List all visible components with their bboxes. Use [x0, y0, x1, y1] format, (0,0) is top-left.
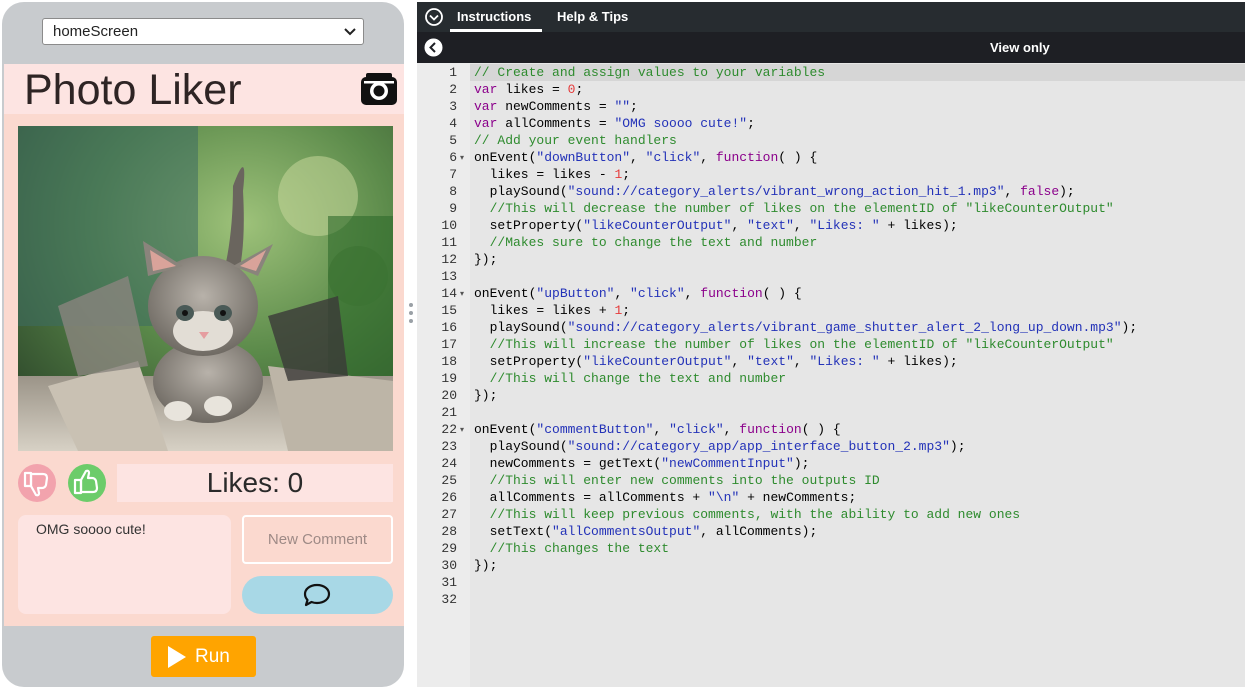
code-line[interactable]: //This will decrease the number of likes… [474, 200, 1114, 217]
code-editor[interactable]: 1 // Create and assign values to your var… [417, 63, 1245, 687]
line-number: 9 [449, 201, 457, 216]
line-number: 17 [441, 337, 457, 352]
line-number: 5 [449, 133, 457, 148]
instructions-bar: Instructions Help & Tips [417, 2, 1245, 32]
line-number: 10 [441, 218, 457, 233]
editor-mode-bar: View only [417, 32, 1245, 63]
code-line[interactable]: //This will keep previous comments, with… [474, 506, 1021, 523]
line-number: 18 [441, 354, 457, 369]
code-line[interactable]: //Makes sure to change the text and numb… [474, 234, 818, 251]
code-line[interactable]: allComments = allComments + "\n" + newCo… [474, 489, 857, 506]
code-line[interactable]: likes = likes - 1; [474, 166, 630, 183]
tab-instructions[interactable]: Instructions [457, 9, 531, 24]
code-line[interactable]: playSound("sound://category_alerts/vibra… [474, 319, 1138, 336]
line-number: 26 [441, 490, 457, 505]
code-line[interactable]: onEvent("upButton", "click", function( )… [474, 285, 802, 302]
app-preview-panel: homeScreen Photo Liker Likes: 0 OMG sooo… [2, 2, 404, 687]
code-line[interactable]: playSound("sound://category_alerts/vibra… [474, 183, 1075, 200]
line-number: 30 [441, 558, 457, 573]
line-number: 11 [441, 235, 457, 250]
code-line[interactable]: // Create and assign values to your vari… [474, 64, 825, 81]
run-button-label: Run [195, 646, 230, 667]
line-number: 14 [441, 286, 457, 301]
code-line[interactable]: //This will increase the number of likes… [474, 336, 1114, 353]
line-number: 23 [441, 439, 457, 454]
code-line[interactable]: // Add your event handlers [474, 132, 677, 149]
tab-help-tips[interactable]: Help & Tips [557, 9, 628, 24]
fold-arrow-icon[interactable]: ▾ [460, 421, 464, 438]
line-number: 32 [441, 592, 457, 607]
speech-bubble-icon [303, 583, 331, 607]
line-number: 12 [441, 252, 457, 267]
line-number: 6 [449, 150, 457, 165]
chevron-down-icon [344, 28, 356, 36]
screen-selector-value: homeScreen [53, 23, 139, 40]
line-number: 20 [441, 388, 457, 403]
collapse-chevron-icon[interactable] [425, 8, 443, 26]
line-number: 24 [441, 456, 457, 471]
line-number: 27 [441, 507, 457, 522]
line-number: 21 [441, 405, 457, 420]
code-line[interactable]: likes = likes + 1; [474, 302, 630, 319]
fold-arrow-icon[interactable]: ▾ [460, 285, 464, 302]
code-line[interactable]: var allComments = "OMG soooo cute!"; [474, 115, 755, 132]
thumbs-up-button[interactable] [68, 464, 106, 502]
line-number: 29 [441, 541, 457, 556]
code-line[interactable]: playSound("sound://category_app/app_inte… [474, 438, 966, 455]
comment-button[interactable] [242, 576, 393, 614]
screen-selector-dropdown[interactable]: homeScreen [42, 18, 364, 45]
line-number: 4 [449, 116, 457, 131]
line-number: 25 [441, 473, 457, 488]
line-number: 7 [449, 167, 457, 182]
line-number: 2 [449, 82, 457, 97]
code-line[interactable]: newComments = getText("newCommentInput")… [474, 455, 810, 472]
code-line[interactable]: var newComments = ""; [474, 98, 638, 115]
app-title: Photo Liker [24, 66, 242, 114]
view-only-label: View only [990, 40, 1050, 55]
line-number: 19 [441, 371, 457, 386]
code-line[interactable]: //This will change the text and number [474, 370, 786, 387]
thumbs-down-icon [23, 471, 49, 497]
line-number: 1 [449, 65, 457, 80]
line-number: 28 [441, 524, 457, 539]
code-line[interactable]: onEvent("commentButton", "click", functi… [474, 421, 841, 438]
play-icon [168, 646, 186, 668]
thumbs-down-button[interactable] [18, 464, 56, 502]
code-line[interactable]: setText("allCommentsOutput", allComments… [474, 523, 818, 540]
line-number: 31 [441, 575, 457, 590]
thumbs-up-icon [73, 469, 99, 495]
panel-splitter[interactable] [405, 0, 417, 687]
code-line[interactable]: setProperty("likeCounterOutput", "text",… [474, 217, 958, 234]
fold-arrow-icon[interactable]: ▾ [460, 149, 464, 166]
camera-icon[interactable] [360, 72, 398, 106]
like-counter-output: Likes: 0 [117, 464, 393, 502]
code-line[interactable]: var likes = 0; [474, 81, 583, 98]
code-line[interactable]: }); [474, 557, 497, 574]
line-number: 15 [441, 303, 457, 318]
code-line[interactable]: //This changes the text [474, 540, 669, 557]
code-line[interactable]: }); [474, 251, 497, 268]
new-comment-input[interactable]: New Comment [242, 515, 393, 564]
app-screen: Photo Liker Likes: 0 OMG soooo cute! New… [4, 64, 404, 626]
line-number: 16 [441, 320, 457, 335]
run-button[interactable]: Run [151, 636, 256, 677]
line-number: 22 [441, 422, 457, 437]
line-number: 8 [449, 184, 457, 199]
line-number: 13 [441, 269, 457, 284]
code-line[interactable]: //This will enter new comments into the … [474, 472, 880, 489]
app-header: Photo Liker [4, 64, 404, 114]
drag-handle-icon [409, 303, 413, 323]
code-line[interactable]: setProperty("likeCounterOutput", "text",… [474, 353, 958, 370]
all-comments-output: OMG soooo cute! [18, 515, 231, 614]
code-line[interactable]: }); [474, 387, 497, 404]
code-line[interactable]: onEvent("downButton", "click", function(… [474, 149, 817, 166]
line-number: 3 [449, 99, 457, 114]
kitten-photo [18, 126, 393, 451]
